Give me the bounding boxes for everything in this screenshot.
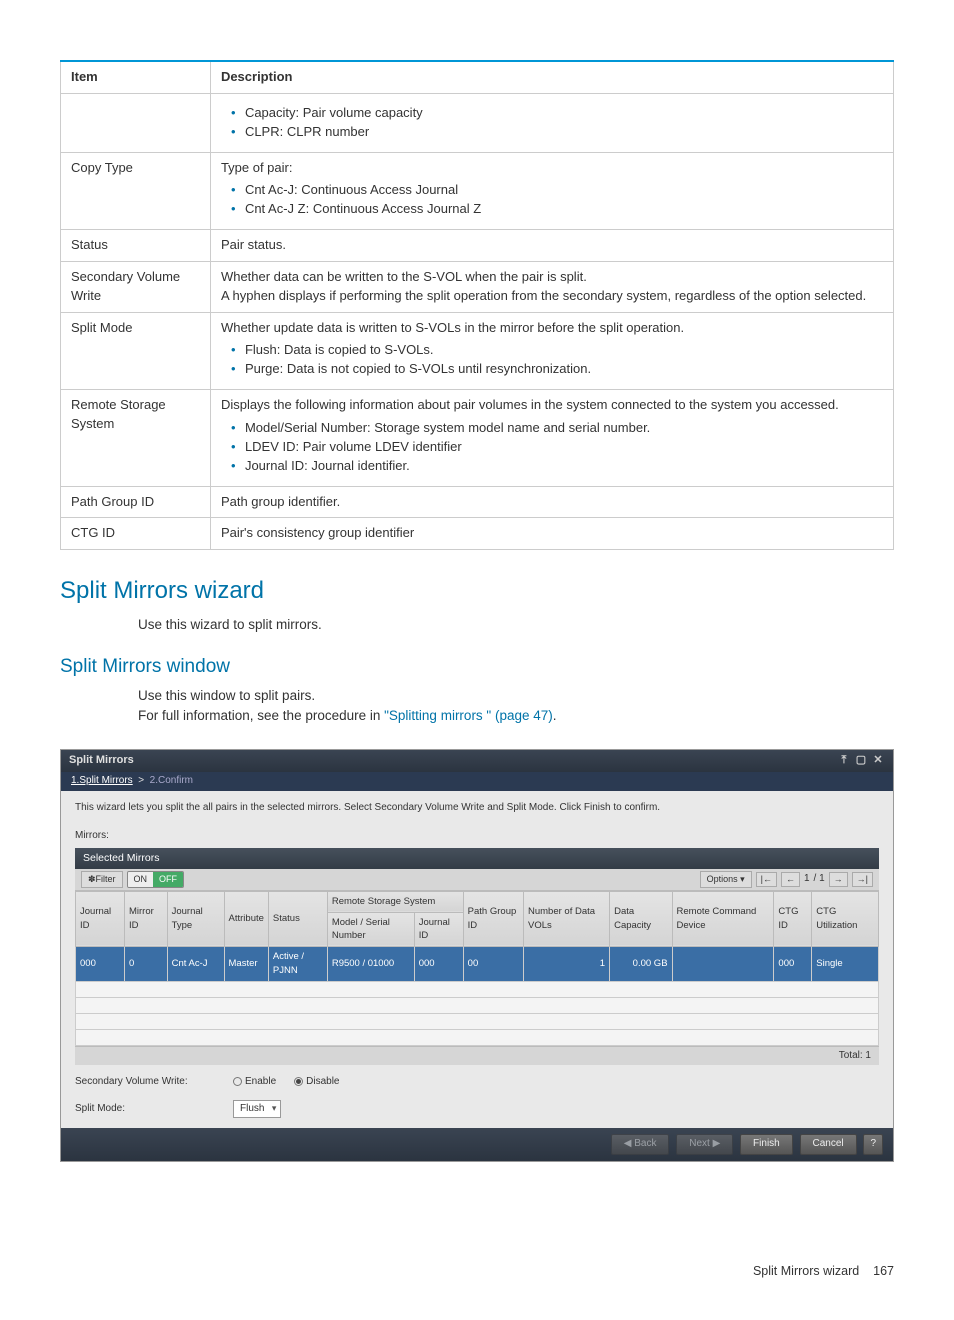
page-total: / 1 <box>814 872 825 887</box>
radio-enable[interactable]: Enable <box>233 1075 276 1090</box>
finish-button[interactable]: Finish <box>740 1134 793 1155</box>
split-mode-select[interactable]: Flush <box>233 1100 281 1119</box>
secondary-volume-write-row: Secondary Volume Write: Enable Disable <box>75 1075 879 1090</box>
selected-mirrors-grid: Journal ID Mirror ID Journal Type Attrib… <box>75 891 879 1046</box>
filter-button[interactable]: ✽Filter <box>81 871 123 888</box>
page-first-icon[interactable]: |← <box>756 872 777 887</box>
grid-row-empty <box>76 1029 879 1045</box>
page-current: 1 <box>804 872 810 887</box>
grid-row-empty <box>76 997 879 1013</box>
window-restore-icon[interactable]: ▢ <box>854 753 868 769</box>
wizard-titlebar: Split Mirrors ⤒ ▢ ✕ <box>61 750 893 772</box>
wizard-title: Split Mirrors <box>69 753 134 769</box>
col-description: Description <box>210 61 893 93</box>
mirrors-label: Mirrors: <box>75 829 879 844</box>
wizard-instruction: This wizard lets you split the all pairs… <box>75 801 879 816</box>
split-mirrors-wizard: Split Mirrors ⤒ ▢ ✕ 1.Split Mirrors > 2.… <box>60 749 894 1162</box>
grid-total: Total: 1 <box>75 1046 879 1066</box>
back-button[interactable]: ◀ Back <box>611 1134 670 1155</box>
link-splitting-mirrors[interactable]: "Splitting mirrors " (page 47) <box>384 708 553 723</box>
radio-disable[interactable]: Disable <box>294 1075 339 1090</box>
crumb-step1[interactable]: 1.Split Mirrors <box>71 775 133 786</box>
page-last-icon[interactable]: →| <box>852 872 873 887</box>
split-mode-row: Split Mode: Flush <box>75 1100 879 1119</box>
table-row: Secondary Volume Write Whether data can … <box>61 261 894 312</box>
section-body: Use this wizard to split mirrors. <box>138 615 894 635</box>
selected-mirrors-panel-title: Selected Mirrors <box>75 848 879 869</box>
subsection-body2: For full information, see the procedure … <box>138 706 894 726</box>
filter-bar: ✽Filter ON OFF Options ▾ |← ← 1 / 1 → →| <box>75 869 879 891</box>
page-next-icon[interactable]: → <box>829 872 848 887</box>
subsection-heading: Split Mirrors window <box>60 653 894 681</box>
window-close-icon[interactable]: ✕ <box>871 753 885 769</box>
table-row: Copy Type Type of pair: Cnt Ac-J: Contin… <box>61 152 894 230</box>
help-button[interactable]: ? <box>863 1134 883 1155</box>
table-row: Split Mode Whether update data is writte… <box>61 312 894 390</box>
grid-row-empty <box>76 981 879 997</box>
next-button[interactable]: Next ▶ <box>676 1134 733 1155</box>
filter-toggle[interactable]: ON OFF <box>127 871 185 888</box>
table-row: CTG ID Pair's consistency group identifi… <box>61 518 894 550</box>
table-row: Path Group ID Path group identifier. <box>61 486 894 518</box>
wizard-breadcrumb: 1.Split Mirrors > 2.Confirm <box>61 772 893 791</box>
table-row: Capacity: Pair volume capacity CLPR: CLP… <box>61 93 894 152</box>
page-prev-icon[interactable]: ← <box>781 872 800 887</box>
wizard-footer: ◀ Back Next ▶ Finish Cancel ? <box>61 1128 893 1161</box>
table-row: Status Pair status. <box>61 230 894 262</box>
item-description-table: Item Description Capacity: Pair volume c… <box>60 60 894 550</box>
subsection-body: Use this window to split pairs. <box>138 686 894 706</box>
table-row: Remote Storage System Displays the follo… <box>61 390 894 486</box>
options-button[interactable]: Options ▾ <box>700 871 752 888</box>
section-heading: Split Mirrors wizard <box>60 574 894 609</box>
window-minimize-icon[interactable]: ⤒ <box>837 753 851 769</box>
crumb-step2: 2.Confirm <box>150 775 193 786</box>
col-item: Item <box>61 61 211 93</box>
grid-row-empty <box>76 1013 879 1029</box>
cancel-button[interactable]: Cancel <box>800 1134 857 1155</box>
grid-row-selected[interactable]: 000 0 Cnt Ac-J Master Active / PJNN R950… <box>76 947 879 982</box>
